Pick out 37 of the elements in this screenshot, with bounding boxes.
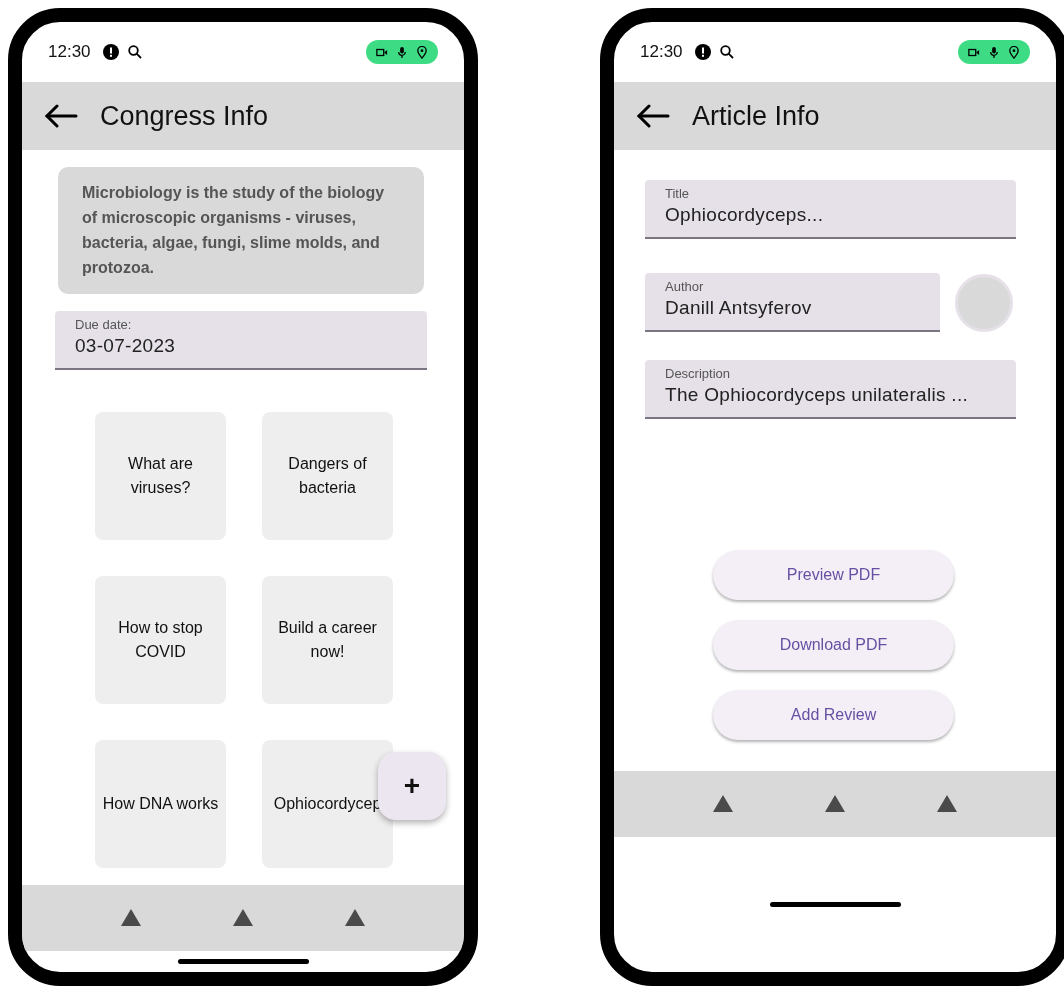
alert-icon — [102, 44, 119, 60]
back-arrow-icon[interactable] — [636, 104, 670, 128]
triangle-icon[interactable] — [937, 795, 957, 812]
topic-card[interactable]: Ophiocordycep — [262, 740, 393, 868]
status-time: 12:30 — [640, 42, 683, 62]
search-icon — [718, 44, 735, 60]
text-field[interactable]: Description The Ophiocordyceps unilateralis ... — [645, 360, 1016, 419]
add-button[interactable]: + — [378, 752, 446, 820]
topic-card[interactable]: What are viruses? — [95, 412, 226, 540]
description-card: Microbiology is the study of the biology of microscopic organisms - viruses, bacteria, algae, fungi, slime molds, and protozoa. — [58, 167, 424, 294]
microphone-icon — [988, 45, 1000, 59]
text-field[interactable]: Author Danill Antsyferov — [645, 273, 940, 332]
action-button[interactable]: Preview PDF — [713, 549, 954, 600]
topic-card[interactable]: How to stop COVID — [95, 576, 226, 704]
topic-card[interactable]: Build a career now! — [262, 576, 393, 704]
triangle-icon[interactable] — [713, 795, 733, 812]
topic-card[interactable]: How DNA works — [95, 740, 226, 868]
triangle-icon[interactable] — [825, 795, 845, 812]
text-field[interactable]: Title Ophiocordyceps... — [645, 180, 1016, 239]
action-button[interactable]: Download PDF — [713, 619, 954, 670]
triangle-icon[interactable] — [345, 909, 365, 926]
alert-icon — [694, 44, 711, 60]
triangle-icon[interactable] — [121, 909, 141, 926]
home-indicator[interactable] — [177, 958, 309, 964]
home-indicator[interactable] — [769, 901, 901, 907]
microphone-icon — [396, 45, 408, 59]
back-arrow-icon[interactable] — [44, 104, 78, 128]
screen-title: Article Info — [692, 100, 820, 132]
triangle-icon[interactable] — [233, 909, 253, 926]
action-button[interactable]: Add Review — [713, 689, 954, 740]
location-icon — [1008, 45, 1020, 59]
screen-title: Congress Info — [100, 100, 269, 132]
due-date-field[interactable]: Due date: 03-07-2023 — [55, 311, 427, 370]
topic-card[interactable]: Dangers of bacteria — [262, 412, 393, 540]
location-icon — [416, 45, 428, 59]
status-time: 12:30 — [48, 42, 91, 62]
search-icon — [126, 44, 143, 60]
